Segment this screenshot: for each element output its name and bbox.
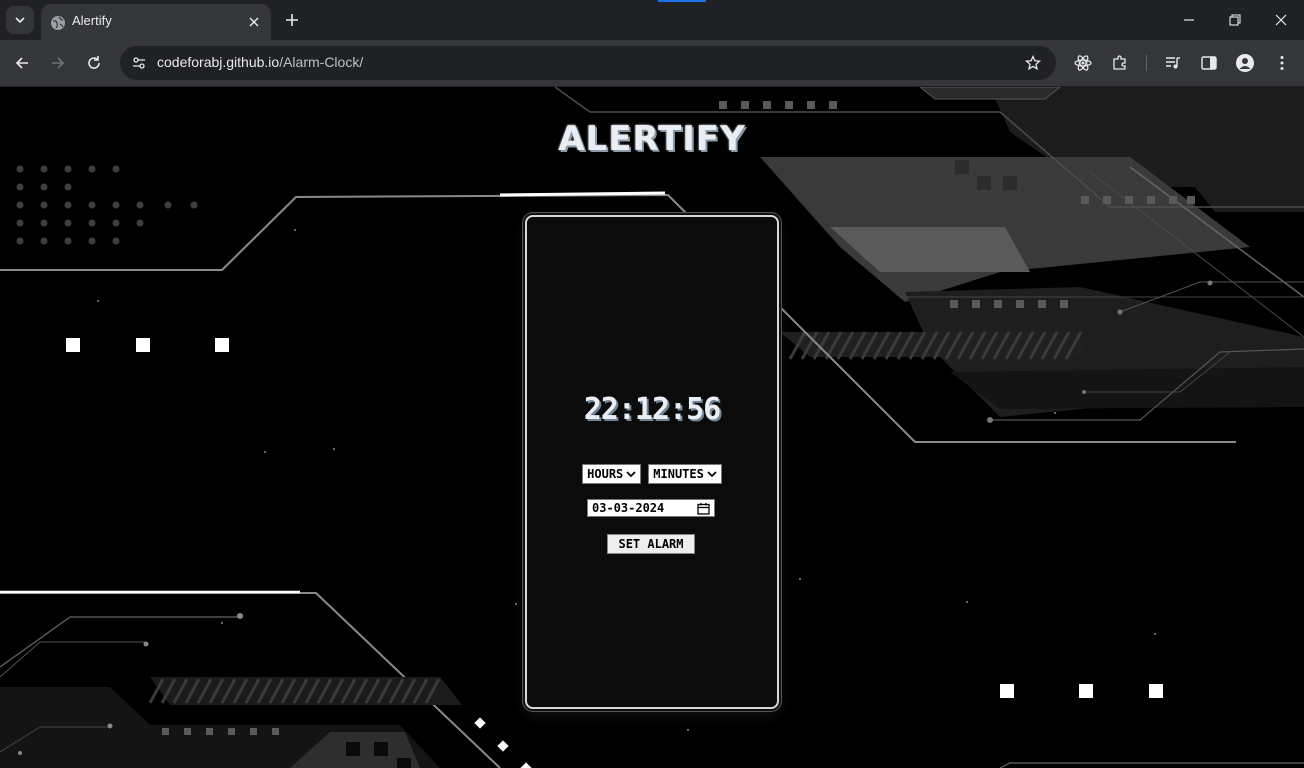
bookmark-star-icon[interactable] [1022,52,1044,74]
minutes-select-label: MINUTES [653,467,704,481]
close-icon [1275,14,1287,26]
chevron-down-icon [15,17,25,24]
toolbar-separator [1146,55,1147,71]
avatar-icon [1236,54,1254,72]
url-path: /Alarm-Clock/ [279,54,364,70]
window-accent-bar [658,0,706,2]
chevron-down-icon [707,471,717,478]
close-icon [249,17,259,27]
tab-search-button[interactable] [6,6,34,34]
arrow-left-icon [15,57,28,69]
url-text: codeforabj.github.io/Alarm-Clock/ [157,54,363,70]
alarm-date-input[interactable]: 03-03-2024 [587,499,715,517]
current-time: 22:12:56 [583,392,722,427]
hours-select-label: HOURS [587,467,624,481]
alarm-date-value: 03-03-2024 [592,501,665,515]
music-queue-icon [1166,57,1180,69]
set-alarm-button[interactable]: SET ALARM [607,534,695,554]
reload-button[interactable] [82,51,106,75]
tab-close-button[interactable] [245,13,263,31]
chrome-menu-button[interactable] [1270,51,1294,75]
plus-icon [286,14,298,26]
restore-icon [1229,14,1241,26]
site-info-icon[interactable] [128,52,150,74]
address-bar[interactable]: codeforabj.github.io/Alarm-Clock/ [120,46,1056,80]
globe-icon [51,16,65,30]
minutes-select[interactable]: MINUTES [648,464,722,484]
browser-toolbar: codeforabj.github.io/Alarm-Clock/ [0,40,1304,87]
react-atom-icon [1074,55,1092,71]
hours-select[interactable]: HOURS [582,464,642,484]
side-panel-button[interactable] [1197,51,1221,75]
profile-button[interactable] [1233,51,1257,75]
side-panel-icon [1201,56,1217,70]
app-title: ALERTIFY [558,119,746,159]
close-window-button[interactable] [1269,8,1293,32]
tab-strip: Alertify [0,0,1304,40]
media-controls-button[interactable] [1161,51,1185,75]
puzzle-icon [1113,55,1126,70]
page-viewport: ALERTIFY 22:12:56 HOURS MINUTES 03-03-20… [0,87,1304,768]
forward-button[interactable] [46,51,70,75]
minimize-button[interactable] [1177,8,1201,32]
tab-alertify[interactable]: Alertify [41,4,271,40]
more-vertical-icon [1280,56,1284,70]
arrow-right-icon [52,57,65,69]
chevron-down-icon [626,471,636,478]
back-button[interactable] [10,51,34,75]
minimize-icon [1184,19,1194,21]
react-devtools-extension[interactable] [1071,51,1095,75]
reload-icon [88,56,100,69]
new-tab-button[interactable] [282,10,302,30]
url-host: codeforabj.github.io [157,54,280,70]
alarm-card: 22:12:56 HOURS MINUTES 03-03-2024 SET AL… [525,215,779,709]
extensions-button[interactable] [1108,51,1132,75]
restore-button[interactable] [1223,8,1247,32]
tab-title: Alertify [72,13,112,28]
calendar-icon[interactable] [697,502,710,515]
alarm-time-selects: HOURS MINUTES [527,464,777,484]
